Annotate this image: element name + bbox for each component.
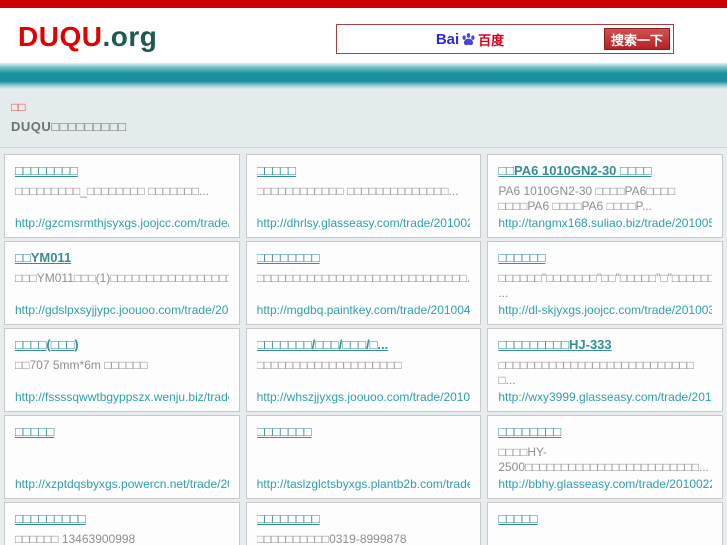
result-title-link[interactable]: □□PA6 1010GN2-30 □□□□ — [498, 163, 712, 178]
result-card: □□□□□□□ http://taslzglctsbyxgs.plantb2b.… — [245, 414, 482, 499]
result-card: □□PA6 1010GN2-30 □□□□ PA6 1010GN2-30 □□□… — [487, 153, 723, 238]
logo-text-main: DUQU — [18, 21, 103, 52]
result-url-link[interactable]: http://mgdbq.paintkey.com/trade/20100427… — [257, 303, 471, 317]
result-description: □□□□□□□□□_□□□□□□□□ □□□□□□□... — [15, 183, 209, 198]
result-title-link[interactable]: □□□□(□□□) — [15, 337, 229, 352]
result-description: □□□□□□ 13463900998 □□□□□□□□□□□□□□□□□□□ □… — [15, 531, 136, 545]
result-url-link[interactable]: http://whszjjyxgs.joouoo.com/trade/20100… — [257, 390, 471, 404]
result-url-link[interactable]: http://wxy3999.glasseasy.com/trade/20100… — [498, 390, 712, 404]
logo-text-suffix: .org — [102, 21, 158, 52]
search-box: Bai 百度 搜索一下 — [336, 24, 674, 54]
result-description — [257, 445, 471, 477]
result-description: □□□□□□□□□□□□□□□□□□□□□□□□□□□ □... — [498, 357, 695, 388]
result-title-link[interactable]: □□□□□□ — [498, 250, 712, 265]
search-input[interactable] — [340, 28, 600, 50]
results-grid: □□□□□□□□ □□□□□□□□□_□□□□□□□□ □□□□□□□... h… — [0, 148, 727, 545]
result-title-link[interactable]: □□□□□□□□ — [257, 511, 471, 526]
search-button[interactable]: 搜索一下 — [604, 28, 670, 50]
result-card: □□□□□□□□□ □□□□□□ 13463900998 □□□□□□□□□□□… — [4, 501, 240, 545]
result-description — [15, 445, 229, 477]
result-description — [498, 532, 712, 545]
result-card: □□□□□□□□ □□□□□□□□□_□□□□□□□□ □□□□□□□... h… — [4, 153, 240, 238]
result-description: □□□□□□□□□□0319-8999878 — [256, 531, 407, 545]
result-url-link[interactable]: http://tangmx168.suliao.biz/trade/201005… — [498, 216, 712, 230]
result-description: □□□□□□"□□□□□□□"□□"□□□□□"□"□□□□□□"、 ... — [498, 270, 712, 301]
result-title-link[interactable]: □□□□□□□□ — [15, 163, 229, 178]
top-red-bar — [0, 0, 727, 8]
result-title-link[interactable]: □□□□□ — [15, 424, 229, 439]
notice-section: □□ DUQU□□□□□□□□□ — [0, 89, 727, 148]
result-title-link[interactable]: □□□□□ — [257, 163, 471, 178]
result-url-link[interactable]: http://dl-skjyxgs.joojcc.com/trade/20100… — [498, 303, 712, 317]
result-title-link[interactable]: □□□□□□□□□HJ-333 — [498, 337, 712, 352]
result-card: □□□□□ □□□□□□□□□□□□ □□□□□□□□□□□□□□... htt… — [245, 153, 482, 238]
result-card: □□□□□□□□ □□□□□□□□□□□□□□□□□□□□□□□□□□□□□..… — [245, 240, 482, 325]
notice-text: DUQU□□□□□□□□□ — [11, 118, 127, 134]
result-title-link[interactable]: □□□□□ — [498, 511, 712, 526]
header: DUQU.org Bai 百度 搜索一下 — [0, 8, 727, 63]
result-url-link[interactable]: http://fssssqwwtbgyppszx.wenju.biz/trade… — [15, 390, 229, 404]
result-card: □□□□(□□□) □□707 5mm*6m □□□□□□ http://fss… — [4, 327, 240, 412]
result-card: □□□□□ — [487, 501, 723, 545]
result-title-link[interactable]: □□□□□□□□ — [498, 424, 712, 439]
result-title-link[interactable]: □□YM011 — [15, 250, 229, 265]
result-card: □□YM011 □□□YM011□□□(1)□□□□□□□□□□□□□□□□□□… — [4, 240, 240, 325]
result-url-link[interactable]: http://gzcmsrmthjsyxgs.joojcc.com/trade/… — [15, 216, 229, 230]
result-card: □□□□□□ □□□□□□"□□□□□□□"□□"□□□□□"□"□□□□□□"… — [487, 240, 723, 325]
result-description: □□□□HY-2500□□□□□□□□□□□□□□□□□□□□□□□□... — [498, 444, 709, 475]
result-description: □□□□□□□□□□□□□□□□□□□□ — [256, 357, 402, 372]
search-field: Bai 百度 — [340, 28, 600, 50]
result-url-link[interactable]: http://bbhy.glasseasy.com/trade/20100227… — [498, 477, 712, 491]
result-description: □□□□□□□□□□□□ □□□□□□□□□□□□□□... — [256, 183, 459, 198]
result-url-link[interactable]: http://gdslpxsyjjypc.joouoo.com/trade/20… — [15, 303, 229, 317]
result-description: PA6 1010GN2-30 □□□□PA6□□□□ □□□□PA6 □□□□P… — [498, 183, 676, 214]
result-url-link[interactable]: http://taslzglctsbyxgs.plantb2b.com/trad… — [257, 477, 471, 491]
result-card: □□□□□□□□ □□□□□□□□□□0319-8999878 — [245, 501, 482, 545]
result-description: □□□□□□□□□□□□□□□□□□□□□□□□□□□□□... — [256, 270, 471, 285]
result-url-link[interactable]: http://dhrlsy.glasseasy.com/trade/201002… — [257, 216, 471, 230]
site-logo[interactable]: DUQU.org — [18, 21, 157, 53]
result-title-link[interactable]: □□□□□□□□□ — [15, 511, 229, 526]
result-card: □□□□□ http://xzptdqsbyxgs.powercn.net/tr… — [4, 414, 240, 499]
result-url-link[interactable]: http://xzptdqsbyxgs.powercn.net/trade/20… — [15, 477, 229, 491]
result-card: □□□□□□□□□HJ-333 □□□□□□□□□□□□□□□□□□□□□□□□… — [487, 327, 723, 412]
result-title-link[interactable]: □□□□□□□ — [257, 424, 471, 439]
result-title-link[interactable]: □□□□□□□□ — [257, 250, 471, 265]
result-description: □□707 5mm*6m □□□□□□ — [15, 357, 148, 372]
result-card: □□□□□□□□ □□□□HY-2500□□□□□□□□□□□□□□□□□□□□… — [487, 414, 723, 499]
result-description: □□□YM011□□□(1)□□□□□□□□□□□□□□□□□□□□□... — [15, 270, 229, 285]
result-card: □□□□□□□/□□□/□□□/□... □□□□□□□□□□□□□□□□□□□… — [245, 327, 482, 412]
result-title-link[interactable]: □□□□□□□/□□□/□□□/□... — [257, 337, 471, 352]
notice-label[interactable]: □□ — [11, 100, 715, 116]
teal-divider-bar — [0, 63, 727, 89]
